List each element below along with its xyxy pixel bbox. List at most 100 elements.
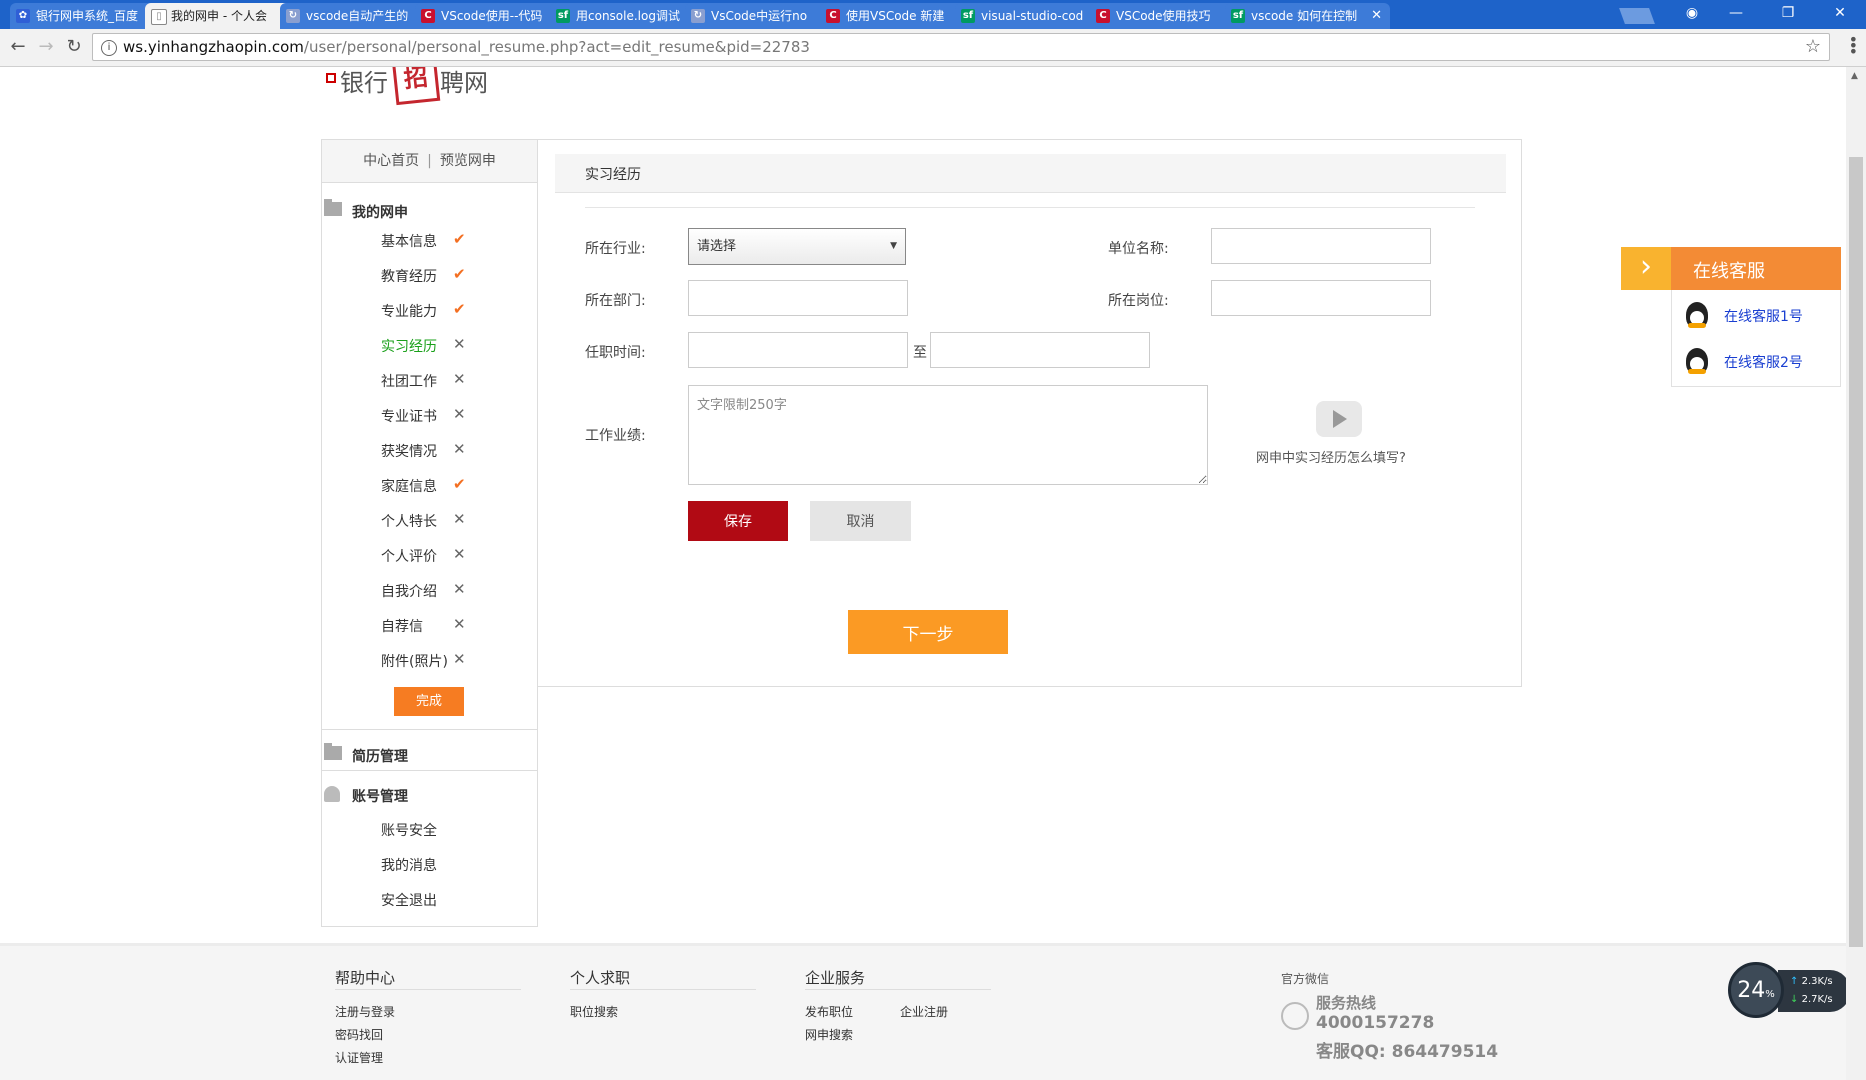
profile-icon[interactable]: ◉: [1670, 0, 1714, 26]
footer-link[interactable]: 密码找回: [335, 1026, 383, 1043]
save-button[interactable]: 保存: [688, 501, 788, 541]
page-scrollbar[interactable]: ▲: [1846, 67, 1866, 1080]
scrollbar-thumb[interactable]: [1849, 157, 1863, 947]
sidebar-item-self-intro[interactable]: 自我介绍 ✕: [381, 580, 531, 601]
online-service-header[interactable]: › 在线客服: [1621, 247, 1841, 290]
info-icon[interactable]: i: [101, 40, 117, 56]
csdn-c-icon: C: [421, 9, 435, 23]
hotline-label: 服务热线: [1316, 994, 1377, 1012]
page-title: 实习经历: [585, 167, 641, 183]
sidebar-item-certificates[interactable]: 专业证书 ✕: [381, 405, 531, 426]
help-video-link[interactable]: 网申中实习经历怎么填写?: [1256, 447, 1406, 466]
check-icon: ✔: [453, 475, 466, 493]
sidebar-item-label: 自我介绍: [381, 584, 437, 600]
company-label: 单位名称:: [1108, 241, 1169, 257]
play-icon[interactable]: [1316, 401, 1362, 437]
section-title: 简历管理: [352, 749, 408, 765]
back-arrow-icon[interactable]: ←: [6, 35, 30, 59]
footer-link[interactable]: 注册与登录: [335, 1003, 395, 1020]
sidebar-item-awards[interactable]: 获奖情况 ✕: [381, 440, 531, 461]
complete-button[interactable]: 完成: [394, 687, 464, 716]
footer-job-title: 个人求职: [570, 969, 631, 987]
tab-title: vscode自动产生的: [306, 9, 409, 23]
folder-icon: [324, 199, 342, 216]
sidebar-item-my-messages[interactable]: 我的消息: [381, 855, 531, 875]
page-doc-icon: ▯: [151, 9, 167, 25]
sidebar-item-internship[interactable]: 实习经历 ✕: [381, 335, 531, 356]
bookmark-star-icon[interactable]: ☆: [1805, 36, 1821, 57]
preview-link[interactable]: 预览网申: [440, 153, 496, 169]
sidebar-item-cover-letter[interactable]: 自荐信 ✕: [381, 615, 531, 636]
new-tab-button[interactable]: [1619, 8, 1655, 24]
cross-icon: ✕: [453, 580, 466, 598]
csdn-c-icon: C: [826, 9, 840, 23]
next-step-button[interactable]: 下一步: [848, 610, 1008, 654]
sidebar-item-basic-info[interactable]: 基本信息 ✔: [381, 230, 531, 251]
footer-divider: [570, 989, 756, 990]
check-icon: ✔: [453, 230, 466, 248]
logo-text-part2: 聘网: [440, 69, 488, 97]
sidebar-divider: [322, 729, 537, 730]
close-icon[interactable]: ✕: [1371, 3, 1382, 29]
sidebar-item-account-security[interactable]: 账号安全: [381, 820, 531, 840]
memory-usage-circle: 24%: [1728, 962, 1784, 1018]
industry-label: 所在行业:: [585, 241, 646, 257]
start-date-input[interactable]: [688, 332, 908, 368]
hotline-number: 4000157278: [1316, 1013, 1435, 1033]
industry-select[interactable]: 请选择 ▼: [688, 228, 906, 265]
position-input[interactable]: [1211, 280, 1431, 316]
sidebar-item-label: 专业证书: [381, 409, 437, 425]
address-bar[interactable]: i ws.yinhangzhaopin.com/user/personal/pe…: [92, 33, 1830, 61]
service-agent-1[interactable]: 在线客服1号: [1672, 292, 1840, 338]
restore-icon[interactable]: ❐: [1766, 0, 1810, 26]
achievement-textarea[interactable]: [688, 385, 1208, 485]
sidebar-item-attachment[interactable]: 附件(照片) ✕: [381, 650, 531, 671]
section-my-applications[interactable]: 我的网申: [324, 199, 408, 222]
scroll-up-arrow-icon[interactable]: ▲: [1851, 71, 1858, 81]
company-input[interactable]: [1211, 228, 1431, 264]
sidebar-item-family[interactable]: 家庭信息 ✔: [381, 475, 531, 496]
up-arrow-icon: ↑: [1790, 976, 1799, 987]
service-agent-label: 在线客服1号: [1724, 309, 1803, 325]
sidebar-item-education[interactable]: 教育经历 ✔: [381, 265, 531, 286]
footer-link[interactable]: 认证管理: [335, 1049, 383, 1066]
tab-title: visual-studio-cod: [981, 9, 1084, 23]
sidebar-item-club-work[interactable]: 社团工作 ✕: [381, 370, 531, 391]
network-speed-widget[interactable]: ↑ 2.3K/s ↓ 2.7K/s 24%: [1728, 962, 1846, 1018]
search-loop-icon: ↻: [286, 9, 300, 23]
tab-title: 使用VSCode 新建: [846, 9, 945, 23]
browser-menu-icon[interactable]: • • •: [1849, 32, 1858, 60]
end-date-input[interactable]: [930, 332, 1150, 368]
browser-tab[interactable]: sf vscode 如何在控制 ✕: [1225, 3, 1390, 29]
sidebar-item-specialties[interactable]: 个人特长 ✕: [381, 510, 531, 531]
department-input[interactable]: [688, 280, 908, 316]
cancel-button[interactable]: 取消: [810, 501, 911, 541]
service-agent-2[interactable]: 在线客服2号: [1672, 338, 1840, 384]
footer-link[interactable]: 企业注册: [900, 1003, 948, 1020]
reload-icon[interactable]: ↻: [62, 35, 86, 59]
sidebar-item-label: 基本信息: [381, 234, 437, 250]
browser-tab-strip: ✿ 银行网申系统_百度 ✕ ▯ 我的网申 - 个人会 ✕ ↻ vscode自动产…: [0, 0, 1866, 29]
cross-icon: ✕: [453, 405, 466, 423]
window-close-icon[interactable]: ✕: [1818, 0, 1862, 26]
sidebar-item-skills[interactable]: 专业能力 ✔: [381, 300, 531, 321]
footer-link[interactable]: 发布职位: [805, 1003, 853, 1020]
tab-title: vscode 如何在控制: [1251, 9, 1358, 23]
sidebar-item-self-evaluation[interactable]: 个人评价 ✕: [381, 545, 531, 566]
cross-icon: ✕: [453, 545, 466, 563]
url-path: /user/personal/personal_resume.php?act=e…: [303, 38, 810, 56]
tab-title: 我的网申 - 个人会: [171, 9, 267, 23]
cross-icon: ✕: [453, 335, 466, 353]
footer-link[interactable]: 网申搜索: [805, 1026, 853, 1043]
chevron-down-icon: ▼: [890, 241, 897, 251]
sidebar-item-logout[interactable]: 安全退出: [381, 890, 531, 910]
section-account-management[interactable]: 账号管理: [324, 786, 408, 806]
to-label: 至: [913, 345, 927, 361]
forward-arrow-icon[interactable]: →: [34, 35, 58, 59]
footer-link[interactable]: 职位搜索: [570, 1003, 618, 1020]
chevron-right-icon[interactable]: ›: [1621, 247, 1671, 290]
sidebar-item-label: 实习经历: [381, 339, 437, 355]
section-resume-management[interactable]: 简历管理: [324, 743, 408, 766]
minimize-icon[interactable]: —: [1714, 0, 1758, 26]
center-home-link[interactable]: 中心首页: [363, 153, 419, 169]
